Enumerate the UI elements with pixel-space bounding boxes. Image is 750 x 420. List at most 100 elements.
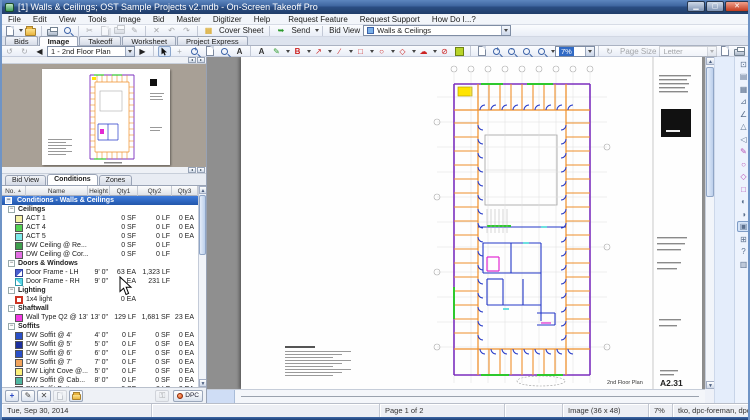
polygon-annotation-icon[interactable]: ◇ — [396, 46, 409, 57]
zoom-window-icon[interactable]: ⊡ — [737, 59, 749, 70]
send-button[interactable]: Send — [291, 26, 310, 35]
condition-row[interactable]: DW Soffit @ Cab... 8' 0" 0 LF 0 SF 0 EA — [2, 376, 198, 385]
highlighter-icon[interactable]: ✎ — [270, 46, 283, 57]
maximize-button[interactable]: ▢ — [706, 1, 724, 12]
collapse-icon[interactable]: − — [8, 287, 15, 294]
condition-group-row[interactable]: − Ceilings — [2, 205, 198, 214]
table-icon[interactable]: ▥ — [737, 259, 749, 270]
help-box-icon[interactable]: ? — [737, 246, 749, 257]
redo-icon[interactable]: ↷ — [180, 25, 193, 36]
condition-group-row[interactable]: − Shaftwall — [2, 304, 198, 313]
scroll-left-icon[interactable]: ◂ — [188, 167, 196, 173]
condition-row[interactable]: DW Soffit @ 5' 5' 0" 0 LF 0 SF 0 EA — [2, 340, 198, 349]
tab-takeoff[interactable]: Takeoff — [79, 36, 122, 46]
flip-icon[interactable]: ◁ — [737, 134, 749, 145]
zoom-window-icon[interactable] — [520, 46, 533, 57]
zoom-level-select[interactable]: 7% — [555, 45, 595, 57]
menu-request-support[interactable]: Request Support — [354, 14, 426, 25]
menu-master[interactable]: Master — [170, 14, 206, 25]
tab-image[interactable]: Image — [38, 36, 79, 46]
next-view-icon[interactable]: ↻ — [18, 46, 31, 57]
contrast-icon[interactable]: ◐ — [737, 196, 749, 207]
image-details-icon[interactable]: ▣ — [736, 221, 748, 232]
bid-view-select[interactable]: Walls & Ceilings — [363, 25, 512, 36]
column-header-qty1[interactable]: Qty1 — [110, 186, 138, 196]
menu-file[interactable]: File — [2, 14, 27, 25]
menu-bid[interactable]: Bid — [147, 14, 171, 25]
panel-tab-zones[interactable]: Zones — [98, 175, 133, 185]
condition-row[interactable]: Door Frame - RH 9' 0" EA 231 LF — [2, 277, 198, 286]
scroll-right-icon[interactable]: ▸ — [197, 57, 205, 63]
format-painter-icon[interactable]: ✎ — [128, 25, 141, 36]
panel-tab-conditions[interactable]: Conditions — [47, 174, 98, 185]
collapse-icon[interactable]: − — [8, 305, 15, 312]
image-view-icon[interactable] — [203, 46, 216, 57]
delete-icon[interactable]: ✕ — [150, 25, 163, 36]
condition-row[interactable]: DW Soffit @ 6' 6' 0" 0 LF 0 SF 0 EA — [2, 349, 198, 358]
grid-icon[interactable]: ▦ — [737, 84, 749, 95]
scroll-left-icon[interactable]: ◂ — [188, 57, 196, 63]
takeoff-square-icon[interactable]: □ — [737, 184, 749, 195]
menu-digitizer[interactable]: Digitizer — [207, 14, 248, 25]
condition-row[interactable]: Door Frame - LH 9' 0" 63 EA 1,323 LF — [2, 268, 198, 277]
angle-icon[interactable]: ∠ — [737, 109, 749, 120]
condition-row[interactable]: ACT 5 0 SF 0 LF 0 EA — [2, 232, 198, 241]
zoom-in-icon[interactable]: + — [490, 46, 503, 57]
close-button[interactable]: ✕ — [725, 1, 748, 12]
triangle-scale-icon[interactable]: ⊿ — [737, 96, 749, 107]
paste-icon[interactable] — [113, 25, 126, 36]
ellipse-annotation-icon[interactable]: ○ — [375, 46, 388, 57]
takeoff-circle-icon[interactable]: ○ — [737, 159, 749, 170]
print-preview-icon[interactable] — [61, 25, 74, 36]
lock-icon[interactable]: ⚿ — [155, 389, 170, 402]
menu-view[interactable]: View — [53, 14, 82, 25]
page-thumbnail[interactable] — [42, 69, 170, 165]
add-page-icon[interactable] — [718, 46, 731, 57]
condition-row[interactable]: DW Soffit @ 4' 4' 0" 0 LF 0 SF 0 EA — [2, 331, 198, 340]
line-annotation-icon[interactable]: ∕ — [333, 46, 346, 57]
previous-view-icon[interactable]: ↺ — [3, 46, 16, 57]
print-icon[interactable] — [46, 25, 59, 36]
column-header-name[interactable]: Name — [26, 186, 88, 196]
arrow-annotation-icon[interactable]: ↗ — [312, 46, 325, 57]
condition-row[interactable]: DW Soffit @ 7' 7' 0" 0 LF 0 SF 0 EA — [2, 358, 198, 367]
conditions-root-row[interactable]: − Conditions - Walls & Ceilings — [2, 196, 198, 205]
add-overlay-icon[interactable]: ⊞ — [737, 234, 749, 245]
column-header-no[interactable]: No. ▲ — [2, 186, 26, 196]
zoom-menu-icon[interactable] — [535, 46, 548, 57]
plan-viewer-canvas[interactable]: 2nd Floor Plan A2.31 — [207, 57, 705, 389]
condition-row[interactable]: DW Ceiling @ Re... 0 SF 0 LF — [2, 241, 198, 250]
add-condition-button[interactable]: + — [5, 389, 19, 402]
condition-row[interactable]: DW Light Cove @... 5' 0" 0 LF 0 SF 0 EA — [2, 367, 198, 376]
dimension-icon[interactable]: B — [291, 46, 304, 57]
select-tool-icon[interactable] — [158, 45, 171, 57]
cut-icon[interactable]: ✂ — [83, 25, 96, 36]
viewer-horizontal-scrollbar[interactable] — [207, 389, 705, 403]
print-page-icon[interactable] — [733, 46, 746, 57]
next-page-icon[interactable]: ▶ — [136, 46, 149, 57]
cloud-annotation-icon[interactable]: ☁ — [417, 46, 430, 57]
fill-color-icon[interactable] — [453, 46, 466, 57]
tab-worksheet[interactable]: Worksheet — [122, 36, 177, 46]
menu-tools[interactable]: Tools — [82, 14, 113, 25]
condition-row[interactable]: 1x4 light 0 EA — [2, 295, 198, 304]
page-thumbnail-pane[interactable] — [2, 64, 206, 167]
panel-tab-bid-view[interactable]: Bid View — [5, 175, 47, 185]
condition-row[interactable]: DW Ceiling @ Cor... 0 SF 0 LF — [2, 250, 198, 259]
condition-row[interactable]: Wall Type Q2 @ 13' 13' 0" 129 LF 1,681 SF 23… — [2, 313, 198, 322]
rectangle-annotation-icon[interactable]: □ — [354, 46, 367, 57]
condition-group-row[interactable]: − Soffits — [2, 322, 198, 331]
thumbnail-scrollbar-top[interactable]: ◂ ▸ — [2, 57, 206, 64]
collapse-icon[interactable]: − — [8, 323, 15, 330]
column-header-qty3[interactable]: Qty3 — [172, 186, 198, 196]
menu-request-feature[interactable]: Request Feature — [282, 14, 354, 25]
copy-icon[interactable] — [98, 25, 111, 36]
fit-text-icon[interactable]: A — [233, 46, 246, 57]
new-bid-icon[interactable] — [3, 25, 16, 36]
text-annotation-icon[interactable]: A — [255, 46, 268, 57]
collapse-icon[interactable]: − — [5, 197, 12, 204]
open-icon[interactable] — [24, 25, 37, 36]
pan-zoom-icon[interactable] — [218, 46, 231, 57]
overlay-image-icon[interactable]: ▤ — [737, 71, 749, 82]
delete-condition-button[interactable]: ✕ — [37, 389, 51, 402]
